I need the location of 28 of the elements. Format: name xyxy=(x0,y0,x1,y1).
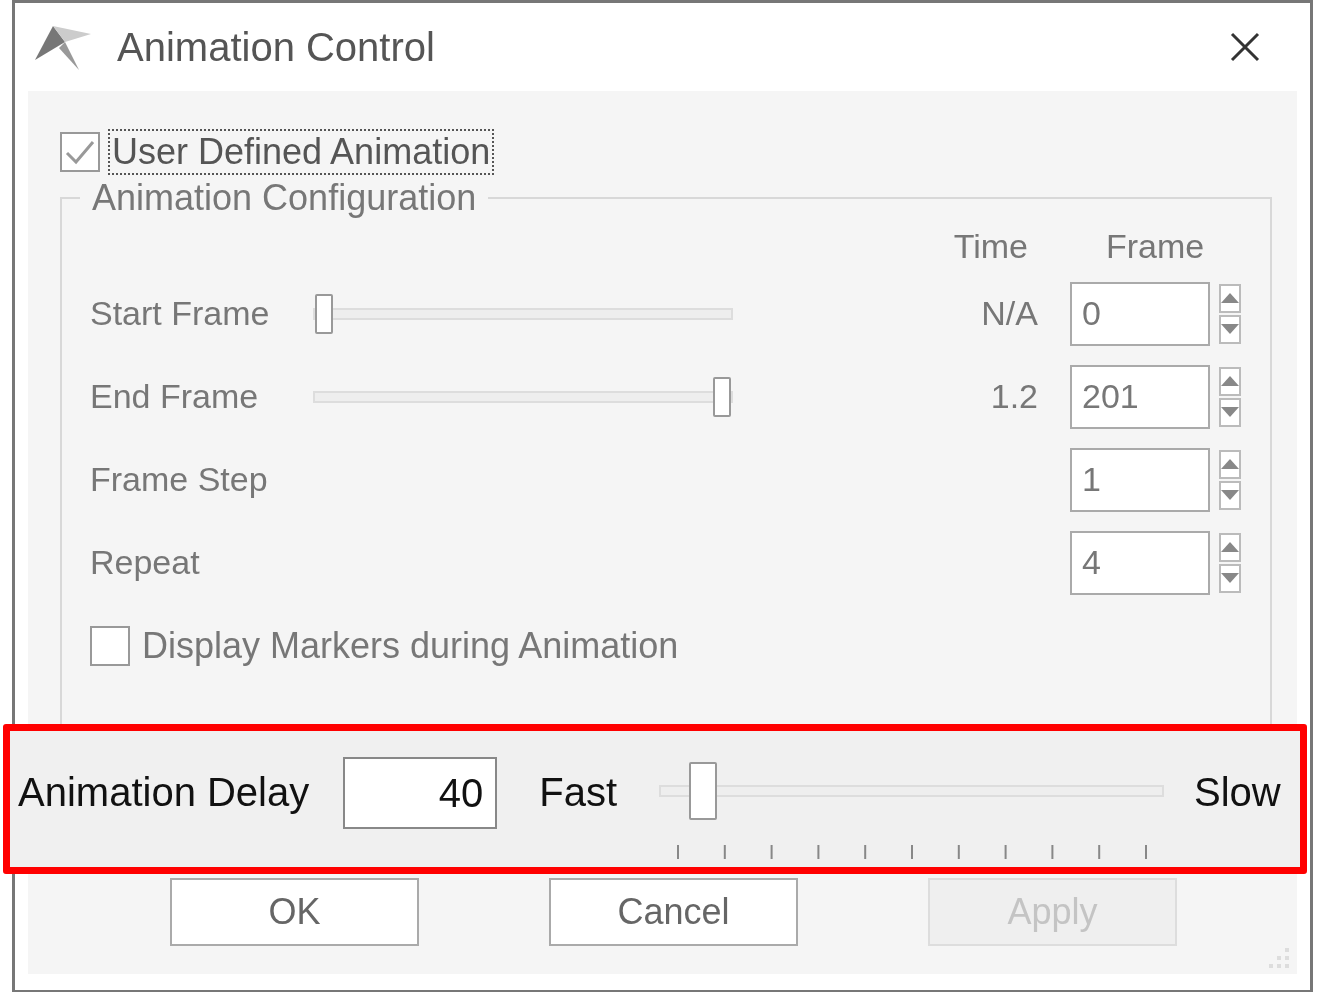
column-header: Frame xyxy=(1104,227,1206,267)
down-arrow-icon xyxy=(1221,573,1239,583)
up-arrow-icon xyxy=(1221,459,1239,469)
dialog-button[interactable]: OK xyxy=(170,878,419,946)
checkbox[interactable] xyxy=(60,132,100,172)
time-value: N/A xyxy=(980,294,1038,333)
fast-label: Fast xyxy=(539,769,618,816)
column-header: Time xyxy=(952,227,1029,267)
time-value: 1.2 xyxy=(989,377,1038,416)
up-arrow-icon xyxy=(1221,542,1239,552)
slow-label: Slow xyxy=(1194,769,1281,816)
field-label: End Frame xyxy=(90,376,260,417)
delay-input[interactable]: 40 xyxy=(343,757,498,829)
resize-grip-icon[interactable] xyxy=(1267,946,1291,970)
down-arrow-icon xyxy=(1221,324,1239,334)
down-arrow-icon xyxy=(1221,407,1239,417)
down-arrow-icon xyxy=(1221,490,1239,500)
field-label: Frame Step xyxy=(90,459,269,500)
up-arrow-icon xyxy=(1221,293,1239,303)
checkbox-label[interactable]: User Defined Animation xyxy=(110,131,493,173)
delay-label: Animation Delay xyxy=(18,769,310,816)
up-arrow-icon xyxy=(1221,376,1239,386)
close-icon[interactable] xyxy=(1230,32,1260,62)
window-title: Animation Control xyxy=(117,24,436,70)
dialog-button[interactable]: Cancel xyxy=(549,878,798,946)
slider-thumb[interactable] xyxy=(689,762,718,820)
field-label: Start Frame xyxy=(90,293,271,334)
field-label: Repeat xyxy=(90,542,201,583)
